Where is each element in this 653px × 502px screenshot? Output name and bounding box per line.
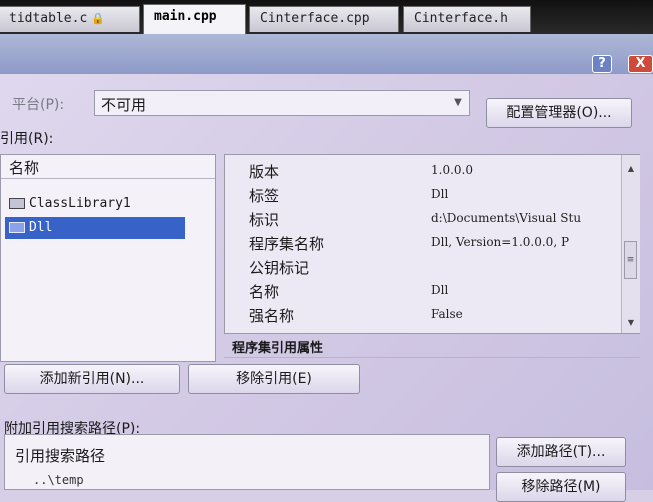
property-value: Dll [431,283,449,297]
reference-name: ClassLibrary1 [29,196,131,211]
tab-main-cpp[interactable]: main.cpp [143,4,246,34]
property-row[interactable]: 公钥标记 [225,255,615,279]
tab-label: tidtable.c [9,11,88,26]
search-paths-column-header: 引用搜索路径 [15,447,106,465]
reference-icon [9,198,25,209]
chevron-down-icon[interactable]: ▼ [449,93,467,113]
tab-label: Cinterface.cpp [260,11,370,26]
tab-label: main.cpp [154,9,217,24]
editor-tab-bar: tidtable.c 🔒 main.cpp Cinterface.cpp Cint… [0,0,653,34]
list-item[interactable]: ..\temp [33,473,84,487]
reference-properties-dialog: ? X 平台(P): 不可用 ▼ 配置管理器(O)... 引用(R): 名称 C… [0,34,653,502]
platform-value: 不可用 [101,96,147,114]
scroll-up-icon[interactable]: ▲ [622,161,640,177]
references-column-header[interactable]: 名称 [1,155,215,179]
property-value: Dll [431,187,449,201]
remove-reference-button[interactable]: 移除引用(E) [188,364,360,394]
platform-select[interactable]: 不可用 ▼ [94,90,470,116]
add-reference-button[interactable]: 添加新引用(N)... [4,364,180,394]
reference-name: Dll [29,220,53,235]
platform-label: 平台(P): [12,97,65,113]
property-name: 版本 [249,163,280,181]
help-button[interactable]: ? [592,55,612,73]
reference-properties-grid[interactable]: 版本 1.0.0.0 标签 Dll 标识 d:\Documents\Visual… [224,154,640,334]
list-item[interactable]: Dll [5,217,185,239]
config-manager-button[interactable]: 配置管理器(O)... [486,98,632,128]
references-label: 引用(R): [0,131,54,147]
reference-icon [9,222,25,233]
lock-icon: 🔒 [91,12,105,25]
references-list[interactable]: 名称 ClassLibrary1 Dll [0,154,216,362]
scrollbar-thumb[interactable]: ≡ [624,241,637,279]
property-row[interactable]: 标识 d:\Documents\Visual Stu [225,207,615,231]
property-value: d:\Documents\Visual Stu [431,211,582,225]
properties-scrollbar[interactable]: ▲ ≡ ▼ [621,155,640,333]
tab-cinterface-h[interactable]: Cinterface.h [403,6,531,32]
property-name: 公钥标记 [249,259,310,277]
list-item[interactable]: ClassLibrary1 [5,193,131,215]
dialog-titlebar: ? X [0,34,653,74]
property-name: 标签 [249,187,280,205]
property-name: 名称 [249,283,280,301]
tab-cinterface-cpp[interactable]: Cinterface.cpp [249,6,399,32]
add-path-button[interactable]: 添加路径(T)... [496,437,626,467]
tab-label: Cinterface.h [414,11,508,26]
search-paths-list[interactable]: 引用搜索路径 ..\temp [4,434,490,490]
property-row[interactable]: 程序集名称 Dll, Version=1.0.0.0, P [225,231,615,255]
properties-description: 程序集引用属性 [224,334,640,358]
property-name: 程序集名称 [249,235,325,253]
remove-path-button[interactable]: 移除路径(M) [496,472,626,502]
tab-tidtable-c[interactable]: tidtable.c 🔒 [0,6,140,32]
property-row[interactable]: 标签 Dll [225,183,615,207]
property-name: 标识 [249,211,280,229]
property-value: False [431,307,463,321]
property-name: 强名称 [249,307,295,325]
property-value: Dll, Version=1.0.0.0, P [431,235,570,249]
property-row[interactable]: 强名称 False [225,303,615,327]
property-value: 1.0.0.0 [431,163,473,177]
close-button[interactable]: X [628,55,653,73]
property-row[interactable]: 名称 Dll [225,279,615,303]
property-row[interactable]: 版本 1.0.0.0 [225,159,615,183]
scroll-down-icon[interactable]: ▼ [622,315,640,331]
